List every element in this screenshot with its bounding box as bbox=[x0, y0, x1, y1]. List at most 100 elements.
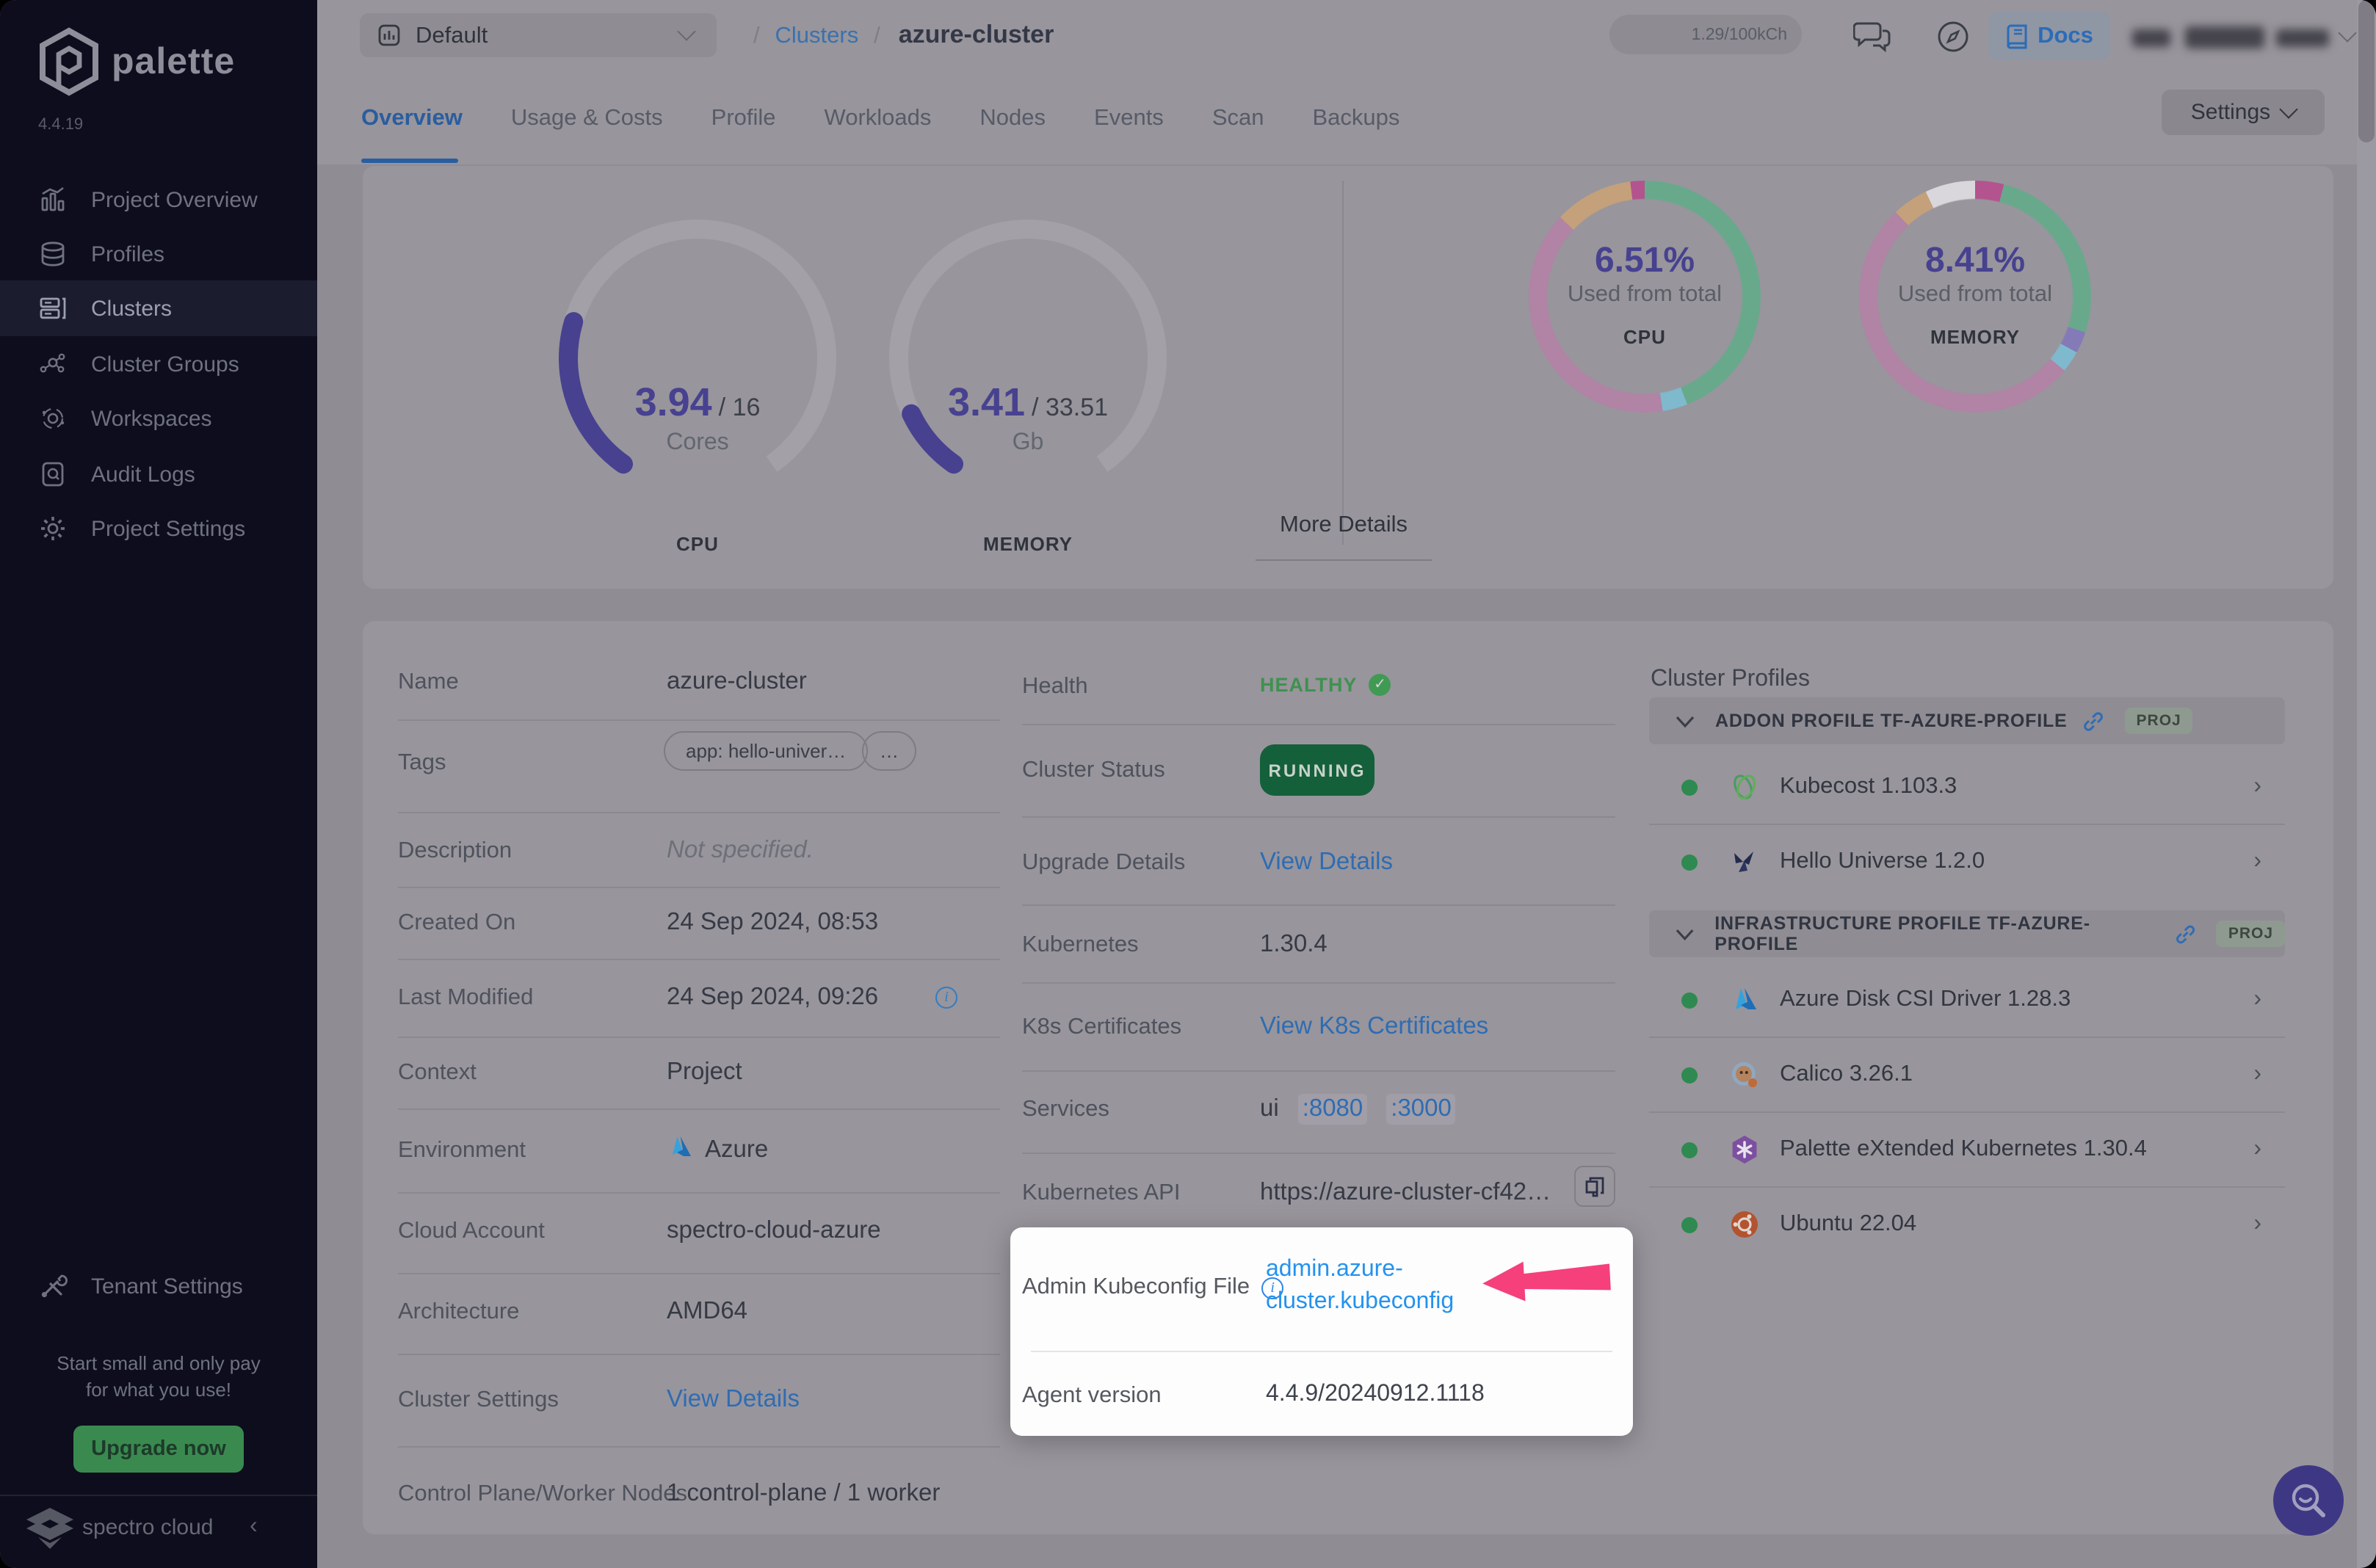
sidebar-item-audit-logs[interactable]: Audit Logs bbox=[0, 446, 317, 502]
usage-badge[interactable]: 1.29/100kCh bbox=[1609, 15, 1802, 54]
compass-icon[interactable] bbox=[1935, 19, 1971, 54]
row-divider bbox=[398, 1354, 1000, 1355]
avatar[interactable] bbox=[2132, 29, 2170, 47]
tab-usage-costs[interactable]: Usage & Costs bbox=[511, 106, 663, 132]
tab-workloads[interactable]: Workloads bbox=[825, 106, 932, 132]
usage-badge-text: 1.29/100kCh bbox=[1691, 26, 1787, 43]
sidebar-item-label: Profiles bbox=[91, 242, 165, 266]
cpu-donut-pct: 6.51% bbox=[1594, 241, 1695, 280]
sidebar-item-cluster-groups[interactable]: Cluster Groups bbox=[0, 336, 317, 392]
profile-item-name: Hello Universe 1.2.0 bbox=[1780, 849, 1985, 874]
cluster-settings-link[interactable]: View Details bbox=[667, 1386, 800, 1414]
breadcrumb-current: azure-cluster bbox=[898, 21, 1054, 48]
architecture-label: Architecture bbox=[398, 1299, 520, 1324]
cpu-donut-caption: CPU bbox=[1623, 326, 1666, 348]
profile-item-kubecost[interactable]: Kubecost 1.103.3 › bbox=[1649, 750, 2285, 824]
name-label: Name bbox=[398, 669, 459, 694]
more-details-button[interactable]: More Details bbox=[1256, 512, 1432, 539]
hello-universe-logo bbox=[1734, 852, 1753, 872]
row-divider bbox=[398, 1037, 1000, 1038]
settings-button-label: Settings bbox=[2190, 100, 2271, 125]
azure-disk-logo bbox=[1736, 988, 1756, 1009]
breadcrumb: / Clusters / azure-cluster bbox=[753, 21, 1054, 50]
row-divider bbox=[1022, 982, 1615, 984]
row-divider bbox=[398, 1446, 1000, 1448]
info-icon[interactable]: i bbox=[935, 987, 957, 1009]
link-icon bbox=[2176, 924, 2195, 943]
memory-donut-pct: 8.41% bbox=[1924, 241, 2026, 280]
breadcrumb-clusters-link[interactable]: Clusters bbox=[775, 23, 859, 48]
profile-item-hello-universe[interactable]: Hello Universe 1.2.0 › bbox=[1649, 825, 2285, 899]
addon-profile-list: Kubecost 1.103.3 › Hello Universe 1.2.0 … bbox=[1649, 750, 2285, 899]
tab-nodes[interactable]: Nodes bbox=[979, 106, 1046, 132]
tab-backups[interactable]: Backups bbox=[1313, 106, 1400, 132]
scrollbar-track[interactable] bbox=[2357, 0, 2376, 1568]
tab-profile[interactable]: Profile bbox=[711, 106, 776, 132]
upgrade-details-link[interactable]: View Details bbox=[1260, 849, 1393, 876]
sidebar-item-tenant-settings[interactable]: Tenant Settings bbox=[0, 1258, 317, 1314]
memory-donut-caption: MEMORY bbox=[1930, 326, 2021, 348]
sidebar-item-project-overview[interactable]: Project Overview bbox=[0, 172, 317, 228]
sidebar-item-profiles[interactable]: Profiles bbox=[0, 226, 317, 282]
profile-item-pxk[interactable]: Palette eXtended Kubernetes 1.30.4 › bbox=[1649, 1113, 2285, 1186]
profile-item-name: Palette eXtended Kubernetes 1.30.4 bbox=[1780, 1136, 2147, 1161]
tab-events[interactable]: Events bbox=[1094, 106, 1164, 132]
chevron-down-icon bbox=[1676, 929, 1694, 940]
service-name: ui bbox=[1260, 1095, 1279, 1122]
profile-item-azure-disk[interactable]: Azure Disk CSI Driver 1.28.3 › bbox=[1649, 963, 2285, 1037]
kubernetes-api-value: https://azure-cluster-cf42… bbox=[1260, 1179, 1551, 1205]
bar-chart-icon bbox=[41, 186, 65, 211]
sidebar-collapse-icon[interactable]: ‹ bbox=[250, 1514, 258, 1540]
user-menu-chevron-icon[interactable] bbox=[2338, 23, 2357, 43]
project-selector[interactable]: Default bbox=[360, 13, 717, 57]
status-dot bbox=[1681, 992, 1698, 1008]
cpu-gauge-unit: Cores bbox=[666, 430, 729, 455]
last-modified-label: Last Modified bbox=[398, 985, 534, 1010]
upgrade-now-button[interactable]: Upgrade now bbox=[73, 1426, 244, 1473]
context-label: Context bbox=[398, 1060, 477, 1085]
environment-label: Environment bbox=[398, 1138, 526, 1163]
chevron-right-icon: › bbox=[2253, 1136, 2261, 1161]
user-name-redacted bbox=[2185, 26, 2264, 48]
tools-icon bbox=[41, 1274, 68, 1298]
tab-scan[interactable]: Scan bbox=[1212, 106, 1264, 132]
infra-profile-header[interactable]: INFRASTRUCTURE PROFILE TF-AZURE-PROFILE … bbox=[1649, 910, 2286, 957]
sidebar-item-workspaces[interactable]: Workspaces bbox=[0, 391, 317, 446]
profile-item-ubuntu[interactable]: Ubuntu 22.04 › bbox=[1649, 1188, 2285, 1261]
sidebar-item-label: Project Overview bbox=[91, 187, 258, 212]
tag-pill[interactable]: app: hello-univer… bbox=[664, 731, 869, 771]
cluster-status-text: RUNNING bbox=[1268, 760, 1366, 780]
addon-profile-header[interactable]: ADDON PROFILE TF-AZURE-PROFILE PROJ bbox=[1649, 697, 2285, 744]
cluster-status-badge[interactable]: RUNNING bbox=[1260, 744, 1374, 796]
tab-overview[interactable]: Overview bbox=[361, 106, 463, 132]
sidebar-item-project-settings[interactable]: Project Settings bbox=[0, 501, 317, 556]
description-value: Not specified. bbox=[667, 837, 814, 863]
admin-kubeconfig-link[interactable]: admin.azure- cluster.kubeconfig bbox=[1266, 1254, 1454, 1318]
service-port-8080-link[interactable]: :8080 bbox=[1297, 1094, 1368, 1125]
scrollbar-thumb[interactable] bbox=[2358, 0, 2375, 142]
cpu-donut-label: Used from total bbox=[1567, 282, 1723, 307]
k8s-certificates-link[interactable]: View K8s Certificates bbox=[1260, 1013, 1488, 1041]
nodes-label: Control Plane/Worker Nodes bbox=[398, 1481, 687, 1506]
search-fab-button[interactable] bbox=[2273, 1465, 2344, 1536]
docs-button[interactable]: Docs bbox=[1988, 12, 2110, 60]
chat-icon[interactable] bbox=[1853, 18, 1893, 56]
project-icon bbox=[378, 24, 400, 46]
palette-extended-kubernetes-logo bbox=[1732, 1136, 1757, 1164]
chevron-down-icon bbox=[1676, 715, 1695, 727]
status-dot bbox=[1681, 1067, 1698, 1083]
sidebar-item-clusters[interactable]: Clusters bbox=[0, 280, 317, 336]
row-divider bbox=[1022, 724, 1615, 725]
settings-button[interactable]: Settings bbox=[2162, 90, 2325, 135]
row-divider bbox=[1022, 1070, 1615, 1072]
profile-item-calico[interactable]: Calico 3.26.1 › bbox=[1649, 1038, 2285, 1111]
copy-button[interactable] bbox=[1574, 1166, 1615, 1207]
copy-icon bbox=[1585, 1176, 1604, 1197]
service-port-3000-link[interactable]: :3000 bbox=[1386, 1094, 1456, 1125]
sidebar-item-label: Clusters bbox=[91, 296, 173, 321]
created-on-value: 24 Sep 2024, 08:53 bbox=[667, 909, 879, 935]
tags-more-button[interactable]: … bbox=[862, 731, 916, 771]
k8s-certificates-label: K8s Certificates bbox=[1022, 1015, 1182, 1039]
layers-icon bbox=[41, 242, 65, 266]
name-value: azure-cluster bbox=[667, 668, 807, 694]
